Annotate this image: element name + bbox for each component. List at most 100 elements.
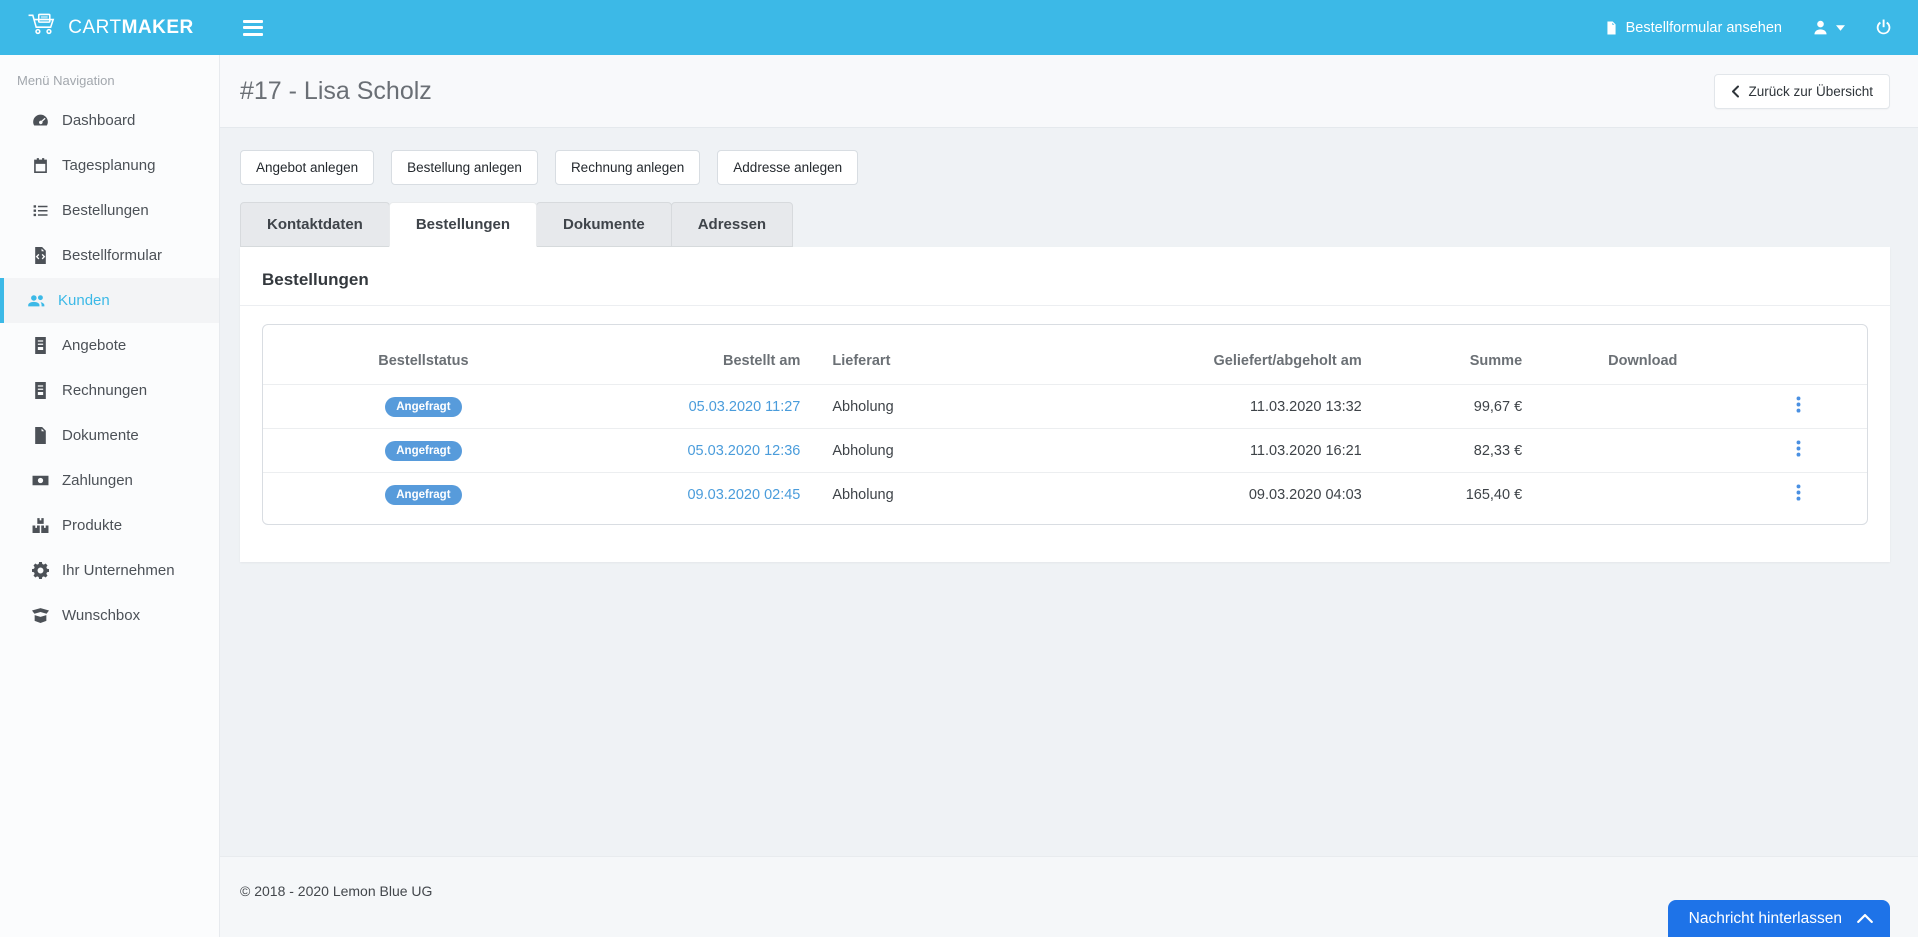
tab-bestellungen[interactable]: Bestellungen [388,202,538,247]
sidebar-toggle-icon[interactable] [243,19,263,36]
action-button-row: Angebot anlegen Bestellung anlegen Rechn… [240,150,1890,185]
chevron-left-icon [1731,85,1740,98]
delivered-date: 11.03.2020 16:21 [1040,428,1378,473]
create-invoice-button[interactable]: Rechnung anlegen [554,150,701,185]
boxes-icon [32,517,49,534]
content-header: #17 - Lisa Scholz Zurück zur Übersicht [220,55,1918,128]
sidebar-item-label: Ihr Unternehmen [62,562,175,579]
sidebar-item-produkte[interactable]: Produkte [0,503,219,548]
orders-table: Bestellstatus Bestellt am Lieferart Geli… [263,345,1867,516]
order-date-link[interactable]: 05.03.2020 12:36 [687,443,800,459]
delivery-type: Abholung [816,428,1041,473]
sidebar-item-label: Kunden [58,292,110,309]
cart-logo-icon [26,11,60,45]
sidebar-item-wunschbox[interactable]: Wunschbox [0,593,219,638]
ellipsis-menu-icon[interactable] [1796,396,1801,413]
table-row: Angefragt 09.03.2020 02:45 Abholung 09.0… [263,472,1867,516]
sidebar-section-label: Menü Navigation [17,73,115,88]
topbar: CARTMAKER Bestellformular ansehen [0,0,1918,55]
tab-adressen[interactable]: Adressen [670,202,794,247]
column-header-delivery: Lieferart [832,353,891,369]
order-date-link[interactable]: 05.03.2020 11:27 [689,399,801,415]
column-header-status: Bestellstatus [378,353,469,369]
order-form-link[interactable]: Bestellformular ansehen [1605,20,1782,36]
page-title: #17 - Lisa Scholz [240,76,432,105]
ellipsis-menu-icon[interactable] [1796,440,1801,457]
divider [240,305,1890,306]
column-header-ordered-at: Bestellt am [723,353,801,369]
sidebar: Menü Navigation Dashboard Tagesplanung B… [0,55,220,937]
back-to-overview-button[interactable]: Zurück zur Übersicht [1714,73,1890,109]
copyright-text: © 2018 - 2020 Lemon Blue UG [240,883,433,899]
tab-bar: Kontaktdaten Bestellungen Dokumente Adre… [240,202,1890,247]
delivery-type: Abholung [816,472,1041,516]
table-row: Angefragt 05.03.2020 12:36 Abholung 11.0… [263,428,1867,473]
sidebar-item-label: Produkte [62,517,123,534]
sidebar-item-label: Rechnungen [62,382,148,399]
users-icon [28,292,45,309]
column-header-download: Download [1608,353,1678,369]
sidebar-item-dashboard[interactable]: Dashboard [0,98,219,143]
create-offer-button[interactable]: Angebot anlegen [240,150,375,185]
order-form-link-label: Bestellformular ansehen [1625,19,1782,36]
create-address-button[interactable]: Addresse anlegen [717,150,859,185]
sidebar-item-label: Zahlungen [62,472,133,489]
sidebar-item-zahlungen[interactable]: Zahlungen [0,458,219,503]
document-icon [1605,20,1618,36]
sidebar-item-kunden[interactable]: Kunden [0,278,219,323]
column-header-sum: Summe [1469,353,1523,369]
chevron-up-icon [1857,914,1873,923]
money-bill-icon [32,472,49,489]
sidebar-item-rechnungen[interactable]: Rechnungen [0,368,219,413]
delivered-date: 11.03.2020 13:32 [1040,384,1378,429]
gear-icon [32,562,49,579]
caret-down-icon [1836,24,1845,31]
box-open-icon [32,607,49,624]
file-invoice-icon [32,337,49,354]
main-content: #17 - Lisa Scholz Zurück zur Übersicht A… [220,55,1918,937]
orders-panel: Bestellungen Bestellstatus Bestellt am L… [240,247,1890,562]
calendar-icon [32,157,49,174]
order-sum: 82,33 € [1377,428,1539,473]
leave-message-button[interactable]: Nachricht hinterlassen [1667,900,1890,937]
user-menu[interactable] [1812,19,1845,36]
footer: © 2018 - 2020 Lemon Blue UG [220,856,1918,937]
panel-heading: Bestellungen [262,270,369,289]
status-badge: Angefragt [385,440,462,461]
sidebar-item-label: Angebote [62,337,127,354]
content-body: Angebot anlegen Bestellung anlegen Rechn… [220,128,1918,562]
sidebar-item-ihr-unternehmen[interactable]: Ihr Unternehmen [0,548,219,593]
sidebar-item-bestellungen[interactable]: Bestellungen [0,188,219,233]
sidebar-item-label: Wunschbox [62,607,141,624]
user-icon [1812,19,1829,36]
delivered-date: 09.03.2020 04:03 [1040,472,1378,516]
sidebar-item-label: Dashboard [62,112,136,129]
logout-power-icon[interactable] [1875,19,1892,36]
tachometer-icon [32,112,49,129]
file-code-icon [32,247,49,264]
tab-kontaktdaten[interactable]: Kontaktdaten [240,202,390,247]
tab-dokumente[interactable]: Dokumente [536,202,672,247]
orders-table-container: Bestellstatus Bestellt am Lieferart Geli… [262,324,1868,525]
create-order-button[interactable]: Bestellung anlegen [391,150,538,185]
order-date-link[interactable]: 09.03.2020 02:45 [687,487,800,503]
sidebar-item-label: Tagesplanung [62,157,156,174]
table-row: Angefragt 05.03.2020 11:27 Abholung 11.0… [263,384,1867,429]
chat-button-label: Nachricht hinterlassen [1688,909,1842,927]
sidebar-item-tagesplanung[interactable]: Tagesplanung [0,143,219,188]
brand-logo[interactable]: CARTMAKER [0,0,220,55]
brand-name: CARTMAKER [68,16,194,38]
sidebar-item-label: Bestellformular [62,247,163,264]
column-header-delivered-at: Geliefert/abgeholt am [1213,353,1362,369]
file-invoice-icon [32,382,49,399]
sidebar-item-angebote[interactable]: Angebote [0,323,219,368]
sidebar-item-dokumente[interactable]: Dokumente [0,413,219,458]
sidebar-item-label: Bestellungen [62,202,149,219]
order-sum: 165,40 € [1377,472,1539,516]
ellipsis-menu-icon[interactable] [1796,484,1801,501]
sidebar-item-bestellformular[interactable]: Bestellformular [0,233,219,278]
status-badge: Angefragt [385,484,462,505]
back-button-label: Zurück zur Übersicht [1748,83,1873,99]
sidebar-item-label: Dokumente [62,427,139,444]
list-icon [32,202,49,219]
